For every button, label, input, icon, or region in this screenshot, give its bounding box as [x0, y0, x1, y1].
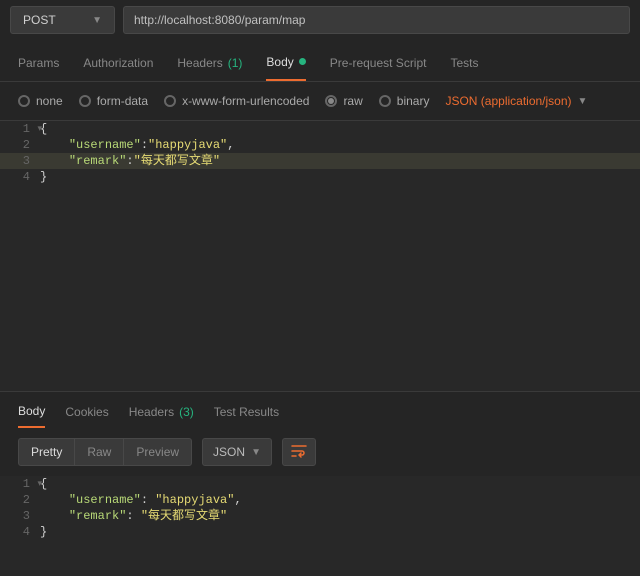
view-preview[interactable]: Preview [123, 439, 191, 465]
radio-checked-icon [325, 95, 337, 107]
code-line: 3 "remark":"每天都写文章" [0, 153, 640, 169]
tab-authorization[interactable]: Authorization [83, 54, 153, 81]
view-pretty[interactable]: Pretty [19, 439, 74, 465]
code-line: 1▾{ [0, 121, 640, 137]
view-raw[interactable]: Raw [74, 439, 123, 465]
radio-raw[interactable]: raw [325, 94, 362, 108]
response-tabs: Body Cookies Headers (3) Test Results [0, 392, 640, 428]
chevron-down-icon: ▼ [578, 96, 588, 107]
radio-form-data[interactable]: form-data [79, 94, 148, 108]
url-input[interactable]: http://localhost:8080/param/map [123, 6, 630, 34]
radio-icon [18, 95, 30, 107]
wrap-icon [291, 444, 307, 460]
request-tabs: Params Authorization Headers (1) Body Pr… [0, 40, 640, 82]
radio-urlencoded[interactable]: x-www-form-urlencoded [164, 94, 309, 108]
wrap-lines-button[interactable] [282, 438, 316, 466]
method-select[interactable]: POST ▼ [10, 6, 115, 34]
radio-icon [79, 95, 91, 107]
code-line: 1▾{ [0, 476, 640, 492]
rtab-test-results[interactable]: Test Results [214, 404, 279, 428]
request-body-editor[interactable]: 1▾{2 "username":"happyjava",3 "remark":"… [0, 121, 640, 391]
format-select[interactable]: JSON ▼ [202, 438, 272, 466]
response-section: Body Cookies Headers (3) Test Results Pr… [0, 391, 640, 576]
view-mode-group: Pretty Raw Preview [18, 438, 192, 466]
chevron-down-icon: ▼ [251, 447, 261, 458]
method-label: POST [23, 13, 56, 27]
tab-prerequest[interactable]: Pre-request Script [330, 54, 427, 81]
response-headers-count: (3) [179, 405, 194, 419]
body-type-row: none form-data x-www-form-urlencoded raw… [0, 82, 640, 121]
code-line: 4} [0, 169, 640, 185]
response-controls: Pretty Raw Preview JSON ▼ [0, 428, 640, 476]
code-line: 4} [0, 524, 640, 540]
fold-marker-icon[interactable]: ▾ [37, 476, 42, 492]
rtab-body[interactable]: Body [18, 404, 45, 428]
code-line: 2 "username": "happyjava", [0, 492, 640, 508]
content-type-select[interactable]: JSON (application/json) ▼ [445, 94, 587, 108]
tab-tests[interactable]: Tests [450, 54, 478, 81]
radio-none[interactable]: none [18, 94, 63, 108]
response-body-viewer[interactable]: 1▾{2 "username": "happyjava",3 "remark":… [0, 476, 640, 576]
fold-marker-icon[interactable]: ▾ [37, 121, 42, 137]
tab-params[interactable]: Params [18, 54, 59, 81]
chevron-down-icon: ▼ [92, 15, 102, 26]
modified-dot-icon [299, 58, 306, 65]
radio-binary[interactable]: binary [379, 94, 430, 108]
tab-headers[interactable]: Headers (1) [177, 54, 242, 81]
radio-icon [164, 95, 176, 107]
tab-body[interactable]: Body [266, 54, 305, 81]
rtab-headers[interactable]: Headers (3) [129, 404, 194, 428]
headers-count: (1) [228, 56, 243, 70]
radio-icon [379, 95, 391, 107]
rtab-cookies[interactable]: Cookies [65, 404, 108, 428]
code-line: 3 "remark": "每天都写文章" [0, 508, 640, 524]
code-line: 2 "username":"happyjava", [0, 137, 640, 153]
